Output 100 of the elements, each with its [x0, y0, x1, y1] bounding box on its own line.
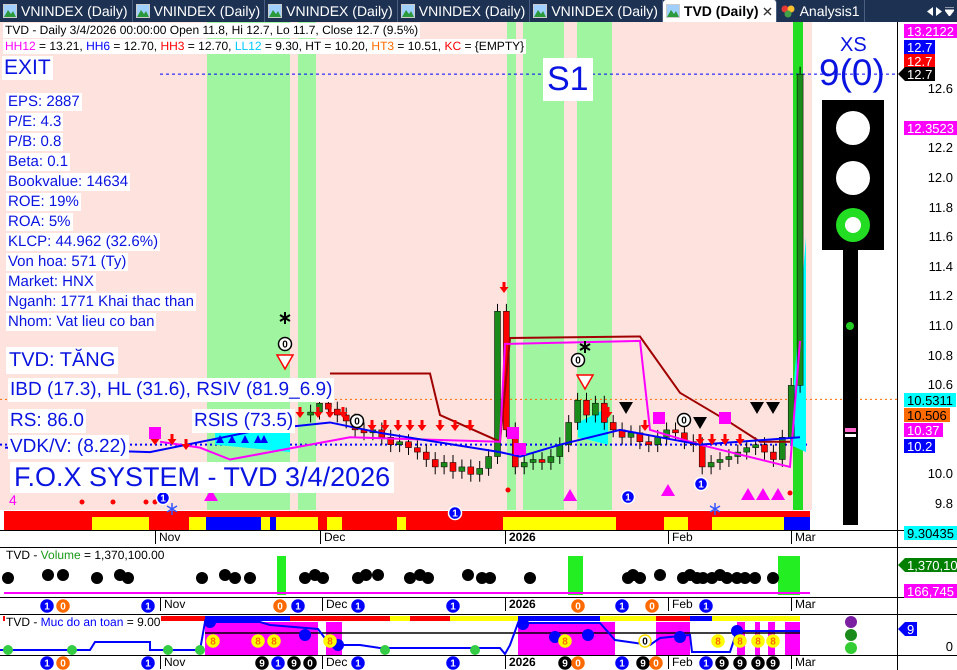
indicator-readout: HH12 = 13.21, HH6 = 12.70, HH3 = 12.70, LL12 = 9.30, HT = 10.20, HT3 = 10.51, KC = {EMPTY} — [3, 39, 526, 54]
numbered-marker: 1 — [448, 506, 462, 520]
vdk-text: VDK/V: (8.22) — [8, 435, 129, 459]
numbered-marker: 0 — [571, 599, 585, 613]
numbered-marker: 0 — [303, 656, 317, 670]
stat-text: ROA: 5% — [6, 213, 73, 231]
month-label: Nov — [160, 656, 186, 669]
trend-text: TVD: TĂNG — [6, 347, 118, 374]
stat-text: P/B: 0.8 — [6, 133, 64, 151]
numbered-marker: 0 — [649, 656, 663, 670]
numbered-marker: 9 — [733, 656, 747, 670]
month-label: 2026 — [505, 656, 536, 669]
numbered-marker: 0 — [350, 414, 364, 428]
signal-label: S1 — [543, 58, 593, 102]
month-label: Mar — [791, 598, 816, 611]
month-label: Dec — [322, 656, 348, 669]
numbered-marker: 8 — [558, 634, 572, 648]
numbered-marker: 1 — [351, 656, 365, 670]
numbered-marker: 9 — [751, 656, 765, 670]
numbered-marker: 1 — [699, 599, 713, 613]
month-label: Feb — [668, 531, 693, 544]
numbered-marker: 1 — [40, 656, 54, 670]
stat-text: EPS: 2887 — [6, 93, 82, 111]
rsis-text: RSIS (73.5) — [192, 409, 296, 433]
axis-tick-label: 11.4 — [928, 260, 953, 274]
numbered-marker: 1 — [40, 599, 54, 613]
axis-tick-label: 12.0 — [928, 170, 953, 185]
numbered-marker: 0 — [570, 352, 586, 368]
stat-text: Nganh: 1771 Khai thac than — [6, 293, 196, 311]
pane-title: TVD - Volume = 1,370,100.00 — [5, 548, 166, 562]
axis-tick-label: 12.6 — [928, 82, 953, 96]
price-tag: 12.3523 — [904, 121, 957, 135]
numbered-marker: 1 — [291, 599, 305, 613]
numbered-marker: 9 — [715, 656, 729, 670]
numbered-marker: 1 — [446, 656, 460, 670]
stat-text: Beta: 0.1 — [6, 153, 70, 171]
numbered-marker: 8 — [766, 634, 780, 648]
numbered-marker: 1 — [141, 599, 155, 613]
numbered-marker: 0 — [278, 336, 292, 352]
numbered-marker: 0 — [638, 634, 652, 648]
stat-text: ROE: 19% — [6, 193, 81, 211]
month-label: Feb — [668, 598, 693, 611]
price-tag: 10.506 — [904, 408, 950, 422]
axis-tick-label: 10.8 — [928, 348, 953, 363]
chart-tab[interactable]: TVD (Daily) — [662, 0, 777, 22]
axis-tick-label: 9.8 — [934, 496, 953, 511]
count-text: 4 — [8, 492, 18, 508]
price-tag: 10.2 — [904, 439, 936, 453]
stat-text: Bookvalue: 14634 — [6, 173, 130, 191]
month-label: Dec — [320, 531, 346, 544]
banner-text: F.O.X SYSTEM - TVD 3/4/2026 — [10, 462, 394, 494]
numbered-marker: 1 — [620, 490, 636, 504]
stat-text: Von hoa: 571 (Ty) — [6, 253, 128, 271]
month-label: 2026 — [505, 531, 536, 544]
axis-tick-label: 12.2 — [928, 141, 953, 156]
numbered-marker: 9 — [255, 656, 269, 670]
numbered-marker: 1 — [141, 656, 155, 670]
numbered-marker: 1 — [446, 599, 460, 613]
axis-tick-label: 11.2 — [928, 289, 953, 304]
month-label: Dec — [322, 598, 348, 611]
numbered-marker: 0 — [571, 656, 585, 670]
stat-text: Market: HNX — [6, 273, 96, 291]
numbered-marker: 1 — [694, 476, 708, 492]
month-label: Mar — [791, 656, 816, 669]
numbered-marker: 8 — [267, 634, 281, 648]
numbered-marker: 9 — [636, 656, 650, 670]
month-label: Feb — [668, 656, 693, 669]
numbered-marker: 8 — [751, 634, 765, 648]
numbered-marker: 0 — [273, 599, 287, 613]
price-tag: 10.37 — [904, 423, 943, 437]
price-tag: 9.30435 — [904, 526, 957, 540]
axis-tick-label: 11.0 — [928, 319, 953, 334]
numbered-marker: 8 — [733, 634, 747, 648]
numbered-marker: 8 — [251, 634, 265, 648]
price-tag: 9 — [898, 622, 918, 636]
numbered-marker: 8 — [323, 634, 337, 648]
price-tag: 10.5311 — [904, 393, 956, 407]
axis-tick-label: 0 — [946, 640, 953, 654]
stat-text: P/E: 4.3 — [6, 113, 64, 131]
price-tag: 12.7 — [898, 67, 936, 81]
stat-text: KLCP: 44.962 (32.6%) — [6, 233, 160, 251]
numbered-marker: 1 — [615, 599, 629, 613]
numbered-marker: 0 — [56, 599, 70, 613]
numbered-marker: 9 — [558, 656, 572, 670]
quote-header: TVD - Daily 3/4/2026 00:00:00 Open 11.8, Hi 12.7, Lo 11.7, Close 12.7 (9.5%) — [3, 23, 420, 38]
strength-text: IBD (17.3), HL (31.6), RSIV (81.9_6.9) — [8, 378, 334, 402]
numbered-marker: 0 — [676, 412, 692, 428]
rs-text: RS: 86.0 — [8, 409, 86, 433]
price-tag: 1,370,10 — [898, 558, 957, 572]
numbered-marker: 0 — [56, 656, 70, 670]
month-label: Nov — [160, 598, 186, 611]
numbered-marker: 1 — [351, 599, 365, 613]
month-label: 2026 — [505, 598, 536, 611]
price-tag: 166,745 — [904, 584, 957, 598]
axis-tick-label: 11.8 — [928, 200, 953, 215]
numbered-marker: 0 — [645, 599, 659, 613]
price-tag: 13.2122 — [904, 24, 957, 38]
pane-title: TVD - Muc do an toan = 9.00 — [5, 615, 162, 629]
price-tag: 12.7 — [904, 40, 936, 54]
month-label: Nov — [155, 531, 180, 544]
